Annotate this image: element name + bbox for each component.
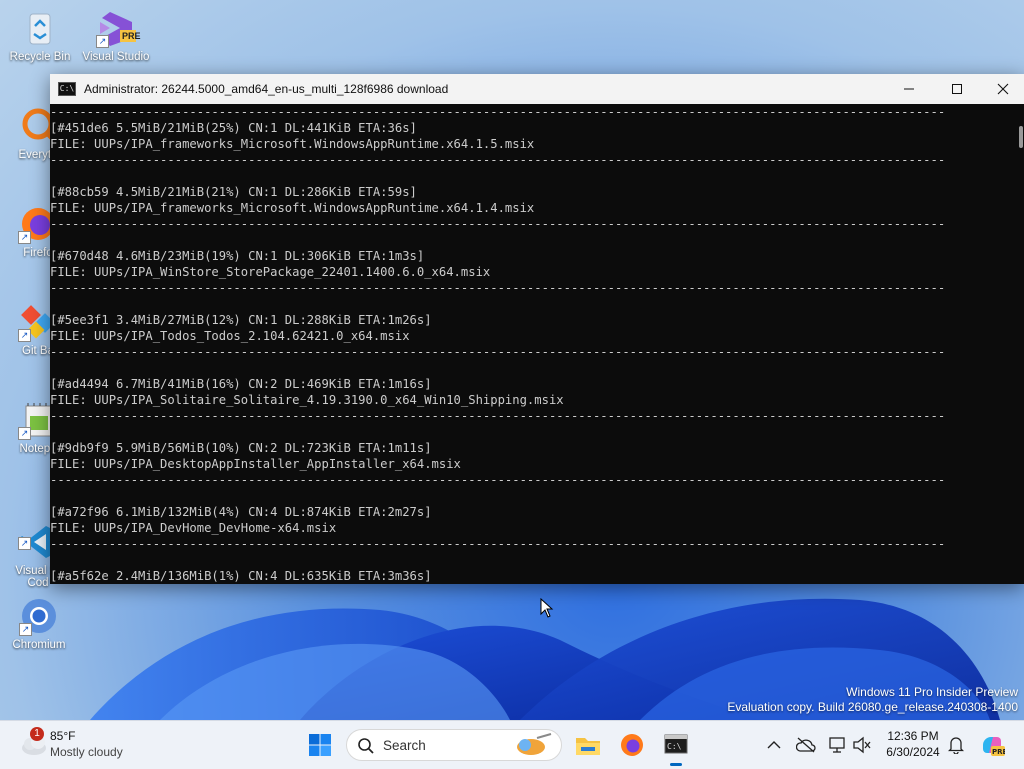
taskbar-file-explorer[interactable]	[572, 729, 604, 761]
clock-time: 12:36 PM	[887, 729, 939, 743]
close-button[interactable]	[980, 74, 1024, 104]
clock-date: 6/30/2024	[886, 745, 940, 759]
firefox-icon	[621, 734, 643, 756]
console-line: FILE: UUPs/IPA_WinStore_StorePackage_224…	[50, 265, 491, 279]
desktop-icon-label: Recycle Bin	[9, 51, 71, 63]
window-title: Administrator: 26244.5000_amd64_en-us_mu…	[84, 82, 449, 96]
console-line: FILE: UUPs/IPA_Solitaire_Solitaire_4.19.…	[50, 393, 564, 407]
console-scrollbar[interactable]	[1016, 104, 1024, 584]
visual-studio-icon: PRE ↗	[96, 8, 141, 48]
minimize-button[interactable]	[886, 74, 932, 104]
weather-alert-badge: 1	[30, 727, 44, 741]
tray-cloud-offline[interactable]	[790, 729, 822, 761]
taskbar: 1 85°F Mostly cloudy Search C:\ 12:36 PM…	[0, 720, 1024, 769]
cmd-icon: C:\	[58, 82, 76, 96]
shortcut-arrow-icon: ↗	[19, 623, 32, 636]
scrollbar-thumb[interactable]	[1019, 126, 1023, 148]
console-line: FILE: UUPs/IPA_frameworks_Microsoft.Wind…	[50, 201, 535, 215]
maximize-icon	[952, 84, 962, 94]
console-separator: ----------------------------------------…	[50, 153, 946, 167]
console-line: [#88cb59 4.5MiB/21MiB(21%) CN:1 DL:286Ki…	[50, 185, 417, 199]
tray-volume[interactable]	[846, 729, 878, 761]
svg-text:C:\: C:\	[667, 742, 682, 751]
mouse-cursor-icon	[540, 597, 554, 623]
chromium-icon: ↗	[19, 596, 59, 636]
desktop-icon-label: Visual Studio	[82, 51, 150, 63]
notifications-button[interactable]	[940, 729, 972, 761]
weather-widget[interactable]: 1 85°F Mostly cloudy	[18, 727, 123, 763]
desktop-icon-label: Chromium	[12, 639, 66, 651]
svg-text:PRE: PRE	[992, 748, 1005, 756]
active-indicator	[670, 763, 682, 766]
console-line: [#a5f62e 2.4MiB/136MiB(1%) CN:4 DL:635Ki…	[50, 569, 432, 583]
network-icon	[829, 737, 845, 753]
terminal-icon: C:\	[664, 734, 688, 754]
console-line: FILE: UUPs/IPA_Todos_Todos_2.104.62421.0…	[50, 329, 410, 343]
copilot-icon: PRE	[983, 737, 1005, 756]
console-line: [#ad4494 6.7MiB/41MiB(16%) CN:2 DL:469Ki…	[50, 377, 432, 391]
taskbar-terminal[interactable]: C:\	[660, 729, 692, 766]
search-icon	[358, 738, 374, 754]
minimize-icon	[904, 88, 914, 90]
watermark-line-1: Windows 11 Pro Insider Preview	[846, 685, 1018, 699]
shortcut-arrow-icon: ↗	[18, 231, 31, 244]
evaluation-watermark: Windows 11 Pro Insider Preview Evaluatio…	[727, 685, 1018, 715]
recycle-bin-icon	[20, 8, 60, 48]
shortcut-arrow-icon: ↗	[18, 329, 31, 342]
console-separator: ----------------------------------------…	[50, 537, 946, 551]
maximize-button[interactable]	[934, 74, 980, 104]
console-separator: ----------------------------------------…	[50, 345, 946, 359]
console-line: [#5ee3f1 3.4MiB/27MiB(12%) CN:1 DL:288Ki…	[50, 313, 432, 327]
start-button[interactable]	[304, 729, 336, 761]
shortcut-arrow-icon: ↗	[18, 427, 31, 440]
console-output[interactable]: ----------------------------------------…	[50, 104, 1024, 584]
pre-badge: PRE	[122, 31, 141, 41]
console-line: [#9db9f9 5.9MiB/56MiB(10%) CN:2 DL:723Ki…	[50, 441, 432, 455]
weather-condition: Mostly cloudy	[50, 745, 123, 759]
cloud-offline-icon	[796, 737, 816, 753]
taskbar-clock[interactable]: 12:36 PM 6/30/2024	[878, 728, 948, 760]
volume-muted-icon	[853, 736, 871, 754]
console-separator: ----------------------------------------…	[50, 281, 946, 295]
console-separator: ----------------------------------------…	[50, 105, 946, 119]
console-line: [#670d48 4.6MiB/23MiB(19%) CN:1 DL:306Ki…	[50, 249, 425, 263]
console-line: [#451de6 5.5MiB/21MiB(25%) CN:1 DL:441Ki…	[50, 121, 417, 135]
show-hidden-icons-button[interactable]	[758, 729, 790, 761]
taskbar-firefox[interactable]	[616, 729, 648, 761]
console-line: FILE: UUPs/IPA_frameworks_Microsoft.Wind…	[50, 137, 535, 151]
folder-icon	[576, 738, 600, 755]
windows-logo-icon	[309, 734, 331, 756]
desktop-icon-visual-studio[interactable]: PRE ↗ Visual Studio	[78, 8, 154, 63]
weather-temperature: 85°F	[50, 729, 76, 743]
console-window[interactable]: C:\ Administrator: 26244.5000_amd64_en-u…	[50, 74, 1024, 584]
chevron-up-icon	[767, 741, 781, 749]
console-line: [#a72f96 6.1MiB/132MiB(4%) CN:4 DL:874Ki…	[50, 505, 432, 519]
console-line: FILE: UUPs/IPA_DevHome_DevHome-x64.msix	[50, 521, 337, 535]
bell-icon	[948, 737, 964, 754]
console-line: FILE: UUPs/IPA_DesktopAppInstaller_AppIn…	[50, 457, 461, 471]
shortcut-arrow-icon: ↗	[18, 537, 31, 550]
search-highlight-icon	[517, 733, 552, 755]
watermark-line-2: Evaluation copy. Build 26080.ge_release.…	[727, 700, 1018, 714]
close-icon	[997, 83, 1009, 95]
console-separator: ----------------------------------------…	[50, 217, 946, 231]
copilot-button[interactable]: PRE	[976, 729, 1008, 761]
desktop-icon-recycle-bin[interactable]: Recycle Bin	[2, 8, 78, 63]
shortcut-arrow-icon: ↗	[96, 35, 109, 48]
taskbar-search[interactable]: Search	[346, 729, 562, 761]
desktop-icon-chromium[interactable]: ↗ Chromium	[1, 596, 77, 651]
console-separator: ----------------------------------------…	[50, 409, 946, 423]
window-titlebar[interactable]: C:\ Administrator: 26244.5000_amd64_en-u…	[50, 74, 1024, 104]
console-separator: ----------------------------------------…	[50, 473, 946, 487]
search-placeholder: Search	[383, 738, 426, 753]
